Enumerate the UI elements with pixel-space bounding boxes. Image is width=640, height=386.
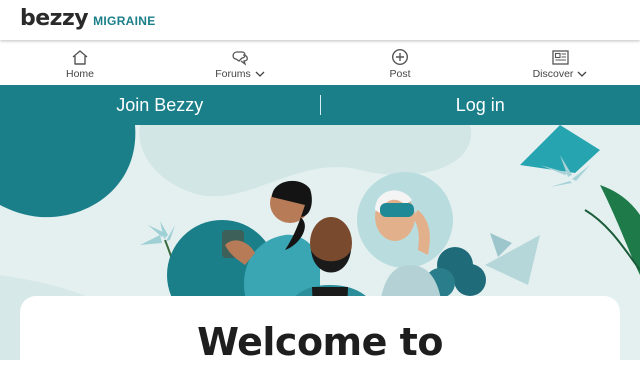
welcome-card: Welcome to: [20, 296, 620, 386]
nav-post-label: Post: [389, 68, 410, 80]
chat-bubbles-icon: [230, 48, 250, 66]
welcome-title: Welcome to: [20, 320, 620, 364]
nav-discover-label: Discover: [533, 68, 574, 80]
plus-circle-icon: [390, 48, 410, 66]
nav-post[interactable]: Post: [320, 42, 480, 85]
logo-wordmark: bezzy: [20, 6, 88, 31]
chevron-down-icon: [577, 69, 587, 79]
chevron-down-icon: [255, 69, 265, 79]
main-nav: Home Forums Post Discover: [0, 42, 640, 85]
logo-community-name: MIGRAINE: [93, 14, 155, 28]
nav-home-label: Home: [66, 68, 94, 80]
log-in-button[interactable]: Log in: [321, 95, 640, 116]
newspaper-icon: [550, 48, 570, 66]
join-bezzy-button[interactable]: Join Bezzy: [0, 95, 320, 116]
nav-forums[interactable]: Forums: [160, 42, 320, 85]
bezzy-migraine-logo[interactable]: bezzy MIGRAINE: [20, 6, 156, 31]
nav-home[interactable]: Home: [0, 42, 160, 85]
auth-bar: Join Bezzy Log in: [0, 85, 640, 125]
home-icon: [70, 48, 90, 66]
top-header: bezzy MIGRAINE: [0, 0, 640, 40]
nav-forums-label: Forums: [215, 68, 251, 80]
nav-discover[interactable]: Discover: [480, 42, 640, 85]
